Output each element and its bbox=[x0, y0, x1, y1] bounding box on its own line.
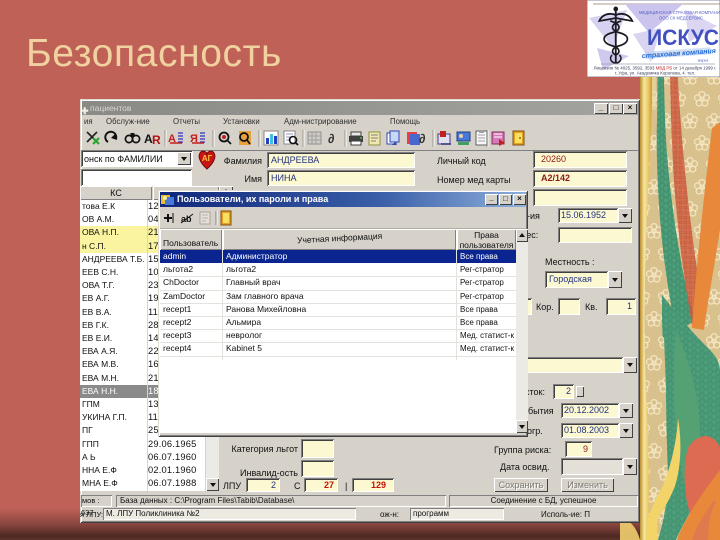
svg-text:МЕДИЦИНСКАЯ СТРАХОВАЯ КОМПАНИЯ: МЕДИЦИНСКАЯ СТРАХОВАЯ КОМПАНИЯ bbox=[639, 10, 720, 15]
svg-text:г. Уфа, ул. Академика Королева: г. Уфа, ул. Академика Королева, 4. тел. bbox=[615, 71, 695, 76]
svg-text:∂: ∂ bbox=[328, 131, 334, 146]
svg-text:R: R bbox=[152, 133, 161, 147]
svg-text:ООО СК МЕДСЕРВИС: ООО СК МЕДСЕРВИС bbox=[659, 16, 703, 21]
svg-text:АГ: АГ bbox=[202, 154, 213, 163]
svg-text:марка: марка bbox=[698, 59, 710, 63]
svg-text:∂: ∂ bbox=[419, 131, 425, 146]
svg-text:ИСКУС: ИСКУС bbox=[647, 25, 719, 50]
